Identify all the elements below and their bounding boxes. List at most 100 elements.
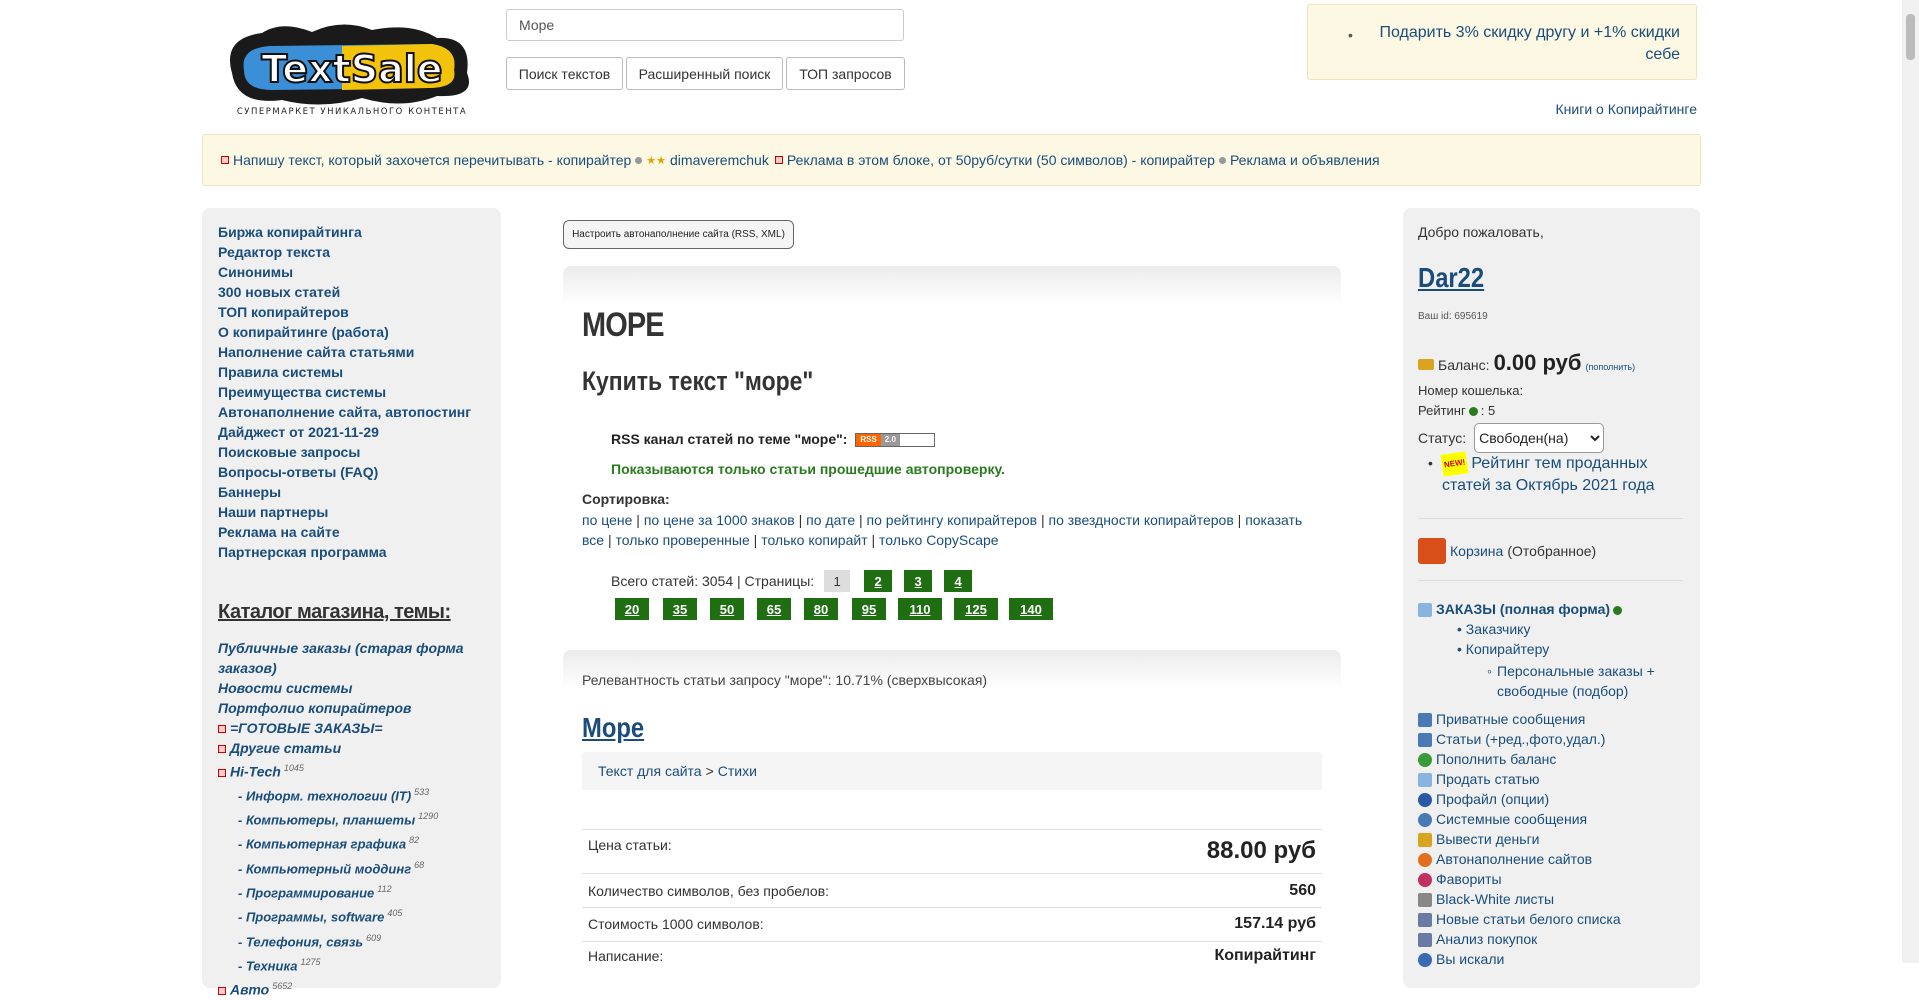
left-menu-item[interactable]: Реклама на сайте [218,524,340,540]
per-page-link[interactable]: 50 [710,598,744,620]
right-menu-link[interactable]: Статьи (+ред.,фото,удал.) [1436,731,1605,747]
left-menu-item[interactable]: Наши партнеры [218,504,328,520]
orders-link[interactable]: ЗАКАЗЫ (полная форма) [1436,601,1610,617]
left-menu-item[interactable]: Поисковые запросы [218,444,360,460]
per-page-link[interactable]: 140 [1009,598,1053,620]
right-menu-link[interactable]: Приватные сообщения [1436,711,1585,727]
per-page-link[interactable]: 95 [852,598,886,620]
page-link[interactable]: 2 [864,570,893,592]
ad-link-2[interactable]: Реклама в этом блоке, от 50руб/сутки (50… [787,152,1215,168]
orders-sub-link[interactable]: Заказчику [1466,621,1531,637]
left-menu-item[interactable]: Баннеры [218,484,281,500]
per-page-link[interactable]: 20 [615,598,649,620]
rss-feed-icon[interactable]: RSS 2.0 [855,433,936,448]
scrollbar-thumb[interactable] [1906,14,1915,60]
left-menu-item[interactable]: Синонимы [218,264,293,280]
info-value: 88.00 руб [1206,837,1316,864]
breadcrumb-link[interactable]: Стихи [718,763,757,779]
info-row-chars: Количество символов, без пробелов: 560 [582,873,1322,907]
sort-link[interactable]: только CopyScape [879,532,999,548]
right-menu-link[interactable]: Анализ покупок [1436,931,1537,947]
right-menu-link[interactable]: Вывести деньги [1436,831,1540,847]
sort-link[interactable]: по звездности копирайтеров [1048,512,1233,528]
left-menu-item[interactable]: Дайджест от 2021-11-29 [218,424,379,440]
right-menu-link[interactable]: Вы искали [1436,951,1504,967]
catalog-list: Публичные заказы (старая форма заказов) … [218,638,488,1000]
cart-link[interactable]: Корзина [1450,543,1503,559]
status-select[interactable]: Свободен(на) [1474,423,1605,453]
catalog-subitem[interactable]: - Компьютерный моддинг [238,861,411,876]
right-menu-link[interactable]: Фавориты [1436,871,1502,887]
right-menu-link[interactable]: Продать статью [1436,771,1540,787]
ad-user-link[interactable]: dimaveremchuk [670,152,769,168]
catalog-item[interactable]: Новости системы [218,680,352,696]
catalog-subitem[interactable]: - Компьютеры, планшеты [238,812,415,827]
top-queries-button[interactable]: ТОП запросов [786,57,905,90]
catalog-item[interactable]: Портфолио копирайтеров [218,700,412,716]
left-menu-item[interactable]: ТОП копирайтеров [218,304,349,320]
catalog-item[interactable]: Другие статьи [230,740,341,756]
left-menu-item[interactable]: Автонаполнение сайта, автопостинг [218,404,471,420]
ad-link-1[interactable]: Напишу текст, который захочется перечиты… [233,152,631,168]
left-menu-item[interactable]: Партнерская программа [218,544,387,560]
catalog-item[interactable]: Публичные заказы (старая форма заказов) [218,640,464,676]
right-menu-link[interactable]: Автонаполнение сайтов [1436,851,1592,867]
catalog-item[interactable]: Hi-Tech [230,764,281,780]
page-scrollbar[interactable] [1902,0,1919,963]
per-page-link[interactable]: 80 [804,598,838,620]
search-input[interactable] [506,9,904,41]
catalog-subitem[interactable]: - Информ. технологии (IT) [238,788,411,803]
sort-link[interactable]: по цене [582,512,632,528]
breadcrumb-link[interactable]: Текст для сайта [598,763,702,779]
right-menu-link[interactable]: Black-White листы [1436,891,1554,907]
catalog-subitem[interactable]: - Техника [238,958,297,973]
catalog-item[interactable]: =ГОТОВЫЕ ЗАКАЗЫ= [230,720,383,736]
page-link[interactable]: 3 [904,570,933,592]
rss-config-button[interactable]: Настроить автонаполнение сайта (RSS, XML… [563,220,794,249]
new-badge-icon: NEW! [1440,451,1469,477]
sort-link[interactable]: только копирайт [761,532,867,548]
per-page-link[interactable]: 110 [898,598,942,620]
username-link[interactable]: Dar22 [1418,262,1484,294]
per-page-link[interactable]: 35 [663,598,697,620]
divider [1418,580,1683,581]
message-icon [1418,713,1432,728]
right-menu-link[interactable]: Профайл (опции) [1436,791,1549,807]
search-texts-button[interactable]: Поиск текстов [506,57,623,90]
orders-sub-link[interactable]: Копирайтеру [1466,641,1549,657]
topup-link[interactable]: (пополнить) [1585,362,1635,372]
left-menu-item[interactable]: 300 новых статей [218,284,340,300]
right-menu-link[interactable]: Системные сообщения [1436,811,1587,827]
left-menu-item[interactable]: Правила системы [218,364,343,380]
page-link[interactable]: 4 [944,570,973,592]
orders-sub-link[interactable]: Персональные заказы + свободные (подбор) [1497,663,1655,699]
advanced-search-button[interactable]: Расширенный поиск [626,57,783,90]
books-link[interactable]: Книги о Копирайтинге [1556,101,1697,117]
catalog-item[interactable]: Авто [230,982,269,998]
site-logo[interactable]: TextSale СУПЕРМАРКЕТ УНИКАЛЬНОГО КОНТЕНТ… [222,18,480,118]
per-page-link[interactable]: 65 [757,598,791,620]
right-menu-link[interactable]: Новые статьи белого списка [1436,911,1621,927]
left-menu-item[interactable]: Преимущества системы [218,384,386,400]
per-page-link[interactable]: 125 [954,598,998,620]
rating-topics-link[interactable]: Рейтинг тем проданных статей за Октябрь … [1442,455,1655,494]
left-menu-item[interactable]: Вопросы-ответы (FAQ) [218,464,378,480]
sort-link[interactable]: только проверенные [616,532,750,548]
sort-link[interactable]: по дате [806,512,855,528]
catalog-subitem[interactable]: - Программы, software [238,910,384,925]
right-menu-link[interactable]: Пополнить баланс [1436,751,1556,767]
left-menu-item[interactable]: О копирайтинге (работа) [218,324,389,340]
left-sidebar: Биржа копирайтинга Редактор текста Синон… [202,208,501,998]
catalog-subitem[interactable]: - Компьютерная графика [238,837,406,852]
catalog-subitem[interactable]: - Программирование [238,885,374,900]
ad-link-3[interactable]: Реклама и объявления [1230,152,1380,168]
sort-links: по цене | по цене за 1000 знаков | по да… [582,512,1303,548]
article-title-link[interactable]: Море [582,712,644,744]
left-menu-item[interactable]: Наполнение сайта статьями [218,344,414,360]
catalog-subitem[interactable]: - Телефония, связь [238,934,363,949]
sort-link[interactable]: по цене за 1000 знаков [644,512,795,528]
promo-link[interactable]: Подарить 3% скидку другу и +1% скидки се… [1370,22,1680,66]
left-menu-item[interactable]: Редактор текста [218,244,330,260]
left-menu-item[interactable]: Биржа копирайтинга [218,224,362,240]
sort-link[interactable]: по рейтингу копирайтеров [867,512,1038,528]
